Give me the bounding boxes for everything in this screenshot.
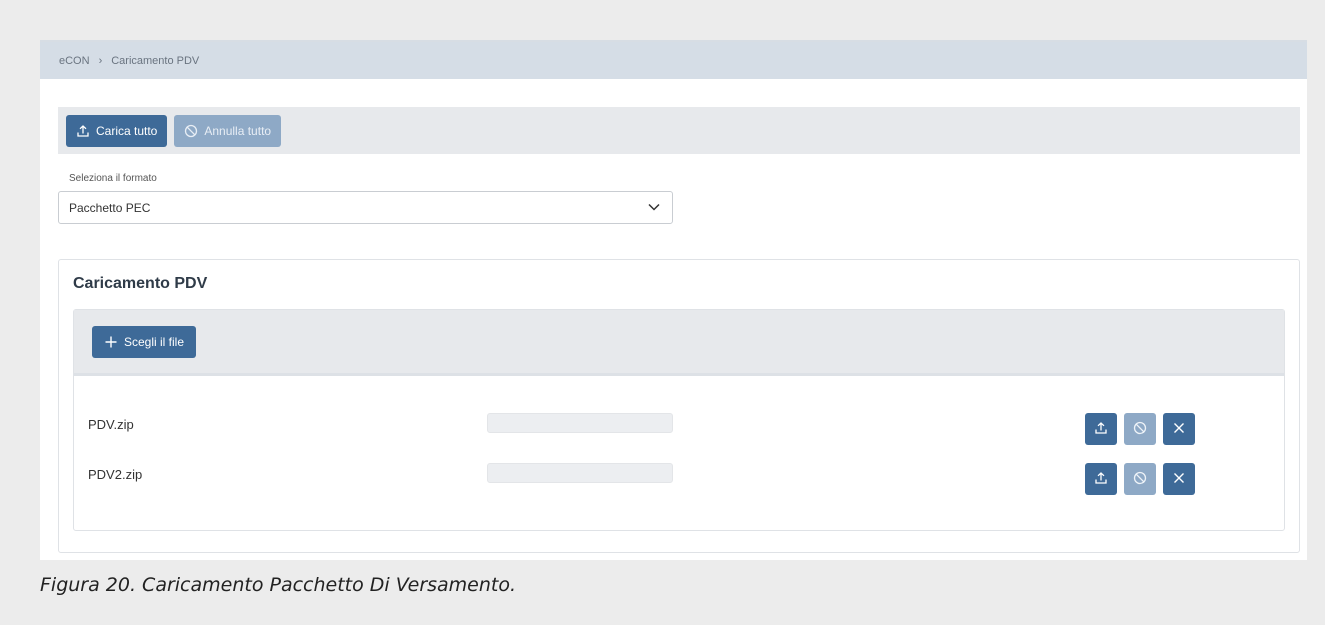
upload-progress-bar xyxy=(487,463,673,483)
plus-icon xyxy=(104,335,118,349)
ban-icon xyxy=(1133,471,1147,488)
choose-file-button[interactable]: Scegli il file xyxy=(92,325,197,358)
breadcrumb: eCON › Caricamento PDV xyxy=(40,42,1307,79)
cancel-all-button[interactable]: Annulla tutto xyxy=(174,114,282,147)
close-icon xyxy=(1172,471,1186,488)
app-window: eCON › Caricamento PDV Carica tutto Annu… xyxy=(40,40,1307,560)
ban-icon xyxy=(184,124,198,138)
upload-icon xyxy=(76,124,90,138)
file-uploader: Scegli il file PDV.zip PDV2.zip xyxy=(73,309,1285,531)
remove-file-button[interactable] xyxy=(1163,413,1195,445)
main-content: Carica tutto Annulla tutto Seleziona il … xyxy=(43,93,1304,560)
toolbar: Carica tutto Annulla tutto xyxy=(58,107,1300,154)
cancel-all-label: Annulla tutto xyxy=(204,123,272,138)
close-icon xyxy=(1172,421,1186,438)
uploader-toolbar: Scegli il file xyxy=(74,310,1284,376)
upload-panel: Caricamento PDV Scegli il file PDV.zip P… xyxy=(58,259,1300,553)
format-select-value: Pacchetto PEC xyxy=(69,200,151,215)
breadcrumb-separator: › xyxy=(98,54,103,67)
cancel-file-button[interactable] xyxy=(1124,463,1156,495)
file-row: PDV.zip xyxy=(74,413,1284,447)
chevron-down-icon xyxy=(647,201,661,215)
file-actions xyxy=(1085,463,1195,495)
format-label: Seleziona il formato xyxy=(69,173,157,184)
breadcrumb-root[interactable]: eCON xyxy=(59,55,90,67)
upload-icon xyxy=(1094,471,1108,488)
upload-all-label: Carica tutto xyxy=(96,123,158,138)
upload-file-button[interactable] xyxy=(1085,413,1117,445)
format-select[interactable]: Pacchetto PEC xyxy=(58,191,673,224)
panel-title: Caricamento PDV xyxy=(73,275,208,292)
figure-caption: Figura 20. Caricamento Pacchetto Di Vers… xyxy=(40,574,517,596)
file-name: PDV.zip xyxy=(88,417,134,432)
breadcrumb-current: Caricamento PDV xyxy=(111,54,200,67)
file-actions xyxy=(1085,413,1195,445)
upload-icon xyxy=(1094,421,1108,438)
remove-file-button[interactable] xyxy=(1163,463,1195,495)
upload-all-button[interactable]: Carica tutto xyxy=(66,114,168,147)
ban-icon xyxy=(1133,421,1147,438)
file-row: PDV2.zip xyxy=(74,463,1284,497)
choose-file-label: Scegli il file xyxy=(124,334,185,349)
file-name: PDV2.zip xyxy=(88,467,143,482)
upload-file-button[interactable] xyxy=(1085,463,1117,495)
cancel-file-button[interactable] xyxy=(1124,413,1156,445)
upload-progress-bar xyxy=(487,413,673,433)
